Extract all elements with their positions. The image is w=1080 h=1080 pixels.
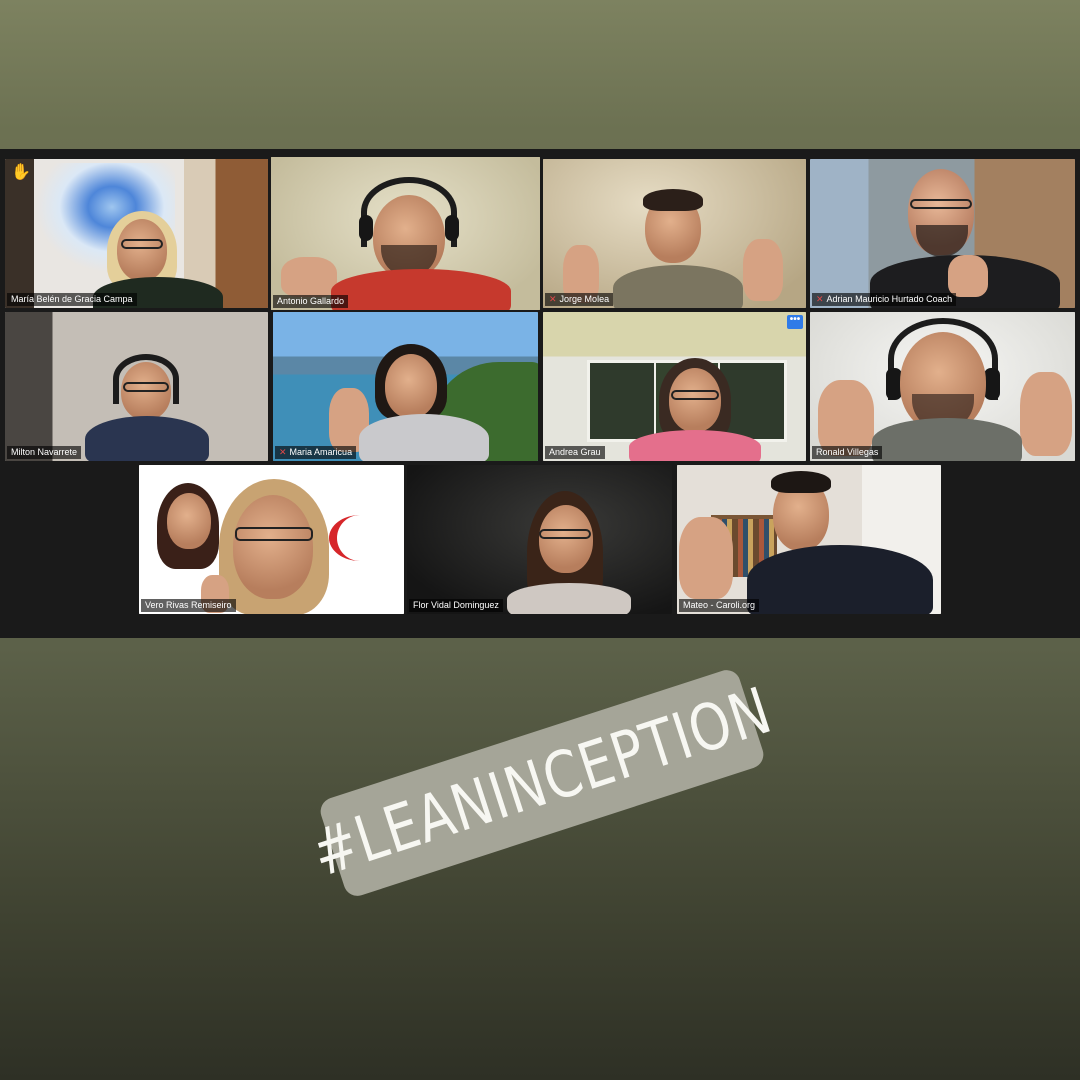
participant-name-tag: Flor Vidal Dominguez <box>409 599 503 612</box>
participant-name-tag: Andrea Grau <box>545 446 605 459</box>
face <box>539 505 593 573</box>
face <box>117 219 167 281</box>
hashtag-sticker: #LEANINCEPTION <box>304 666 780 900</box>
glasses <box>235 527 313 541</box>
caricature-face <box>167 493 211 549</box>
participant-name: Mateo - Caroli.org <box>683 600 756 610</box>
torso <box>747 545 933 614</box>
video-tile-maria-belen[interactable]: ✋ María Belén de Gracia Campa <box>5 159 268 308</box>
torso <box>507 583 631 614</box>
participant-name-tag: María Belén de Gracia Campa <box>7 293 137 306</box>
video-tile-flor-vidal[interactable]: Flor Vidal Dominguez <box>407 465 672 614</box>
face <box>233 495 313 599</box>
video-tile-jorge-molea[interactable]: ✕ Jorge Molea <box>543 159 806 308</box>
hair <box>643 189 703 211</box>
thumbs-up-right-hand <box>1020 372 1072 456</box>
participant-name: Adrian Mauricio Hurtado Coach <box>826 294 953 304</box>
participant-name-tag: ✕ Adrian Mauricio Hurtado Coach <box>812 293 957 306</box>
hair <box>771 471 831 493</box>
participant-name-tag: Ronald Villegas <box>812 446 883 459</box>
microphone-muted-icon: ✕ <box>816 294 824 304</box>
torso <box>629 430 761 461</box>
thumbs-up-left-hand <box>818 380 874 456</box>
participant-name: Ronald Villegas <box>816 447 879 457</box>
torso <box>359 414 489 461</box>
torso <box>872 418 1022 461</box>
video-tile-vero-rivas[interactable]: Vero Rivas Remiseiro <box>139 465 404 614</box>
participant-name-tag: Mateo - Caroli.org <box>679 599 760 612</box>
participant-name-tag: ✕ Jorge Molea <box>545 293 614 306</box>
waving-hand <box>679 517 733 599</box>
glasses <box>123 382 169 392</box>
headphone-cup <box>359 215 373 241</box>
participant-name-tag: Vero Rivas Remiseiro <box>141 599 236 612</box>
torso <box>85 416 209 461</box>
participant-name-tag: ✕ Maria Amaricua <box>275 446 357 459</box>
video-tile-adrian-hurtado[interactable]: ✕ Adrian Mauricio Hurtado Coach <box>810 159 1075 308</box>
hand <box>948 255 988 297</box>
participant-name-tag: Antonio Gallardo <box>273 295 349 308</box>
microphone-muted-icon: ✕ <box>279 447 287 457</box>
participant-name: Antonio Gallardo <box>277 296 345 306</box>
face <box>669 368 721 432</box>
torso <box>613 265 743 308</box>
participant-name: María Belén de Gracia Campa <box>11 294 133 304</box>
participant-name: Vero Rivas Remiseiro <box>145 600 232 610</box>
video-tile-antonio-gallardo[interactable]: Antonio Gallardo <box>271 157 540 310</box>
headphone-cup <box>445 215 459 241</box>
torso <box>331 269 511 310</box>
video-tile-milton-navarrete[interactable]: Milton Navarrete <box>5 312 268 461</box>
video-tile-mateo-caroli[interactable]: Mateo - Caroli.org <box>677 465 941 614</box>
glasses <box>539 529 591 539</box>
headphone-cup <box>984 368 1000 400</box>
microphone-muted-icon: ✕ <box>549 294 557 304</box>
face <box>385 354 437 418</box>
video-tile-maria-amaricua[interactable]: ✕ Maria Amaricua <box>273 312 538 461</box>
thumbs-up-hand <box>281 257 337 297</box>
participant-name: Jorge Molea <box>559 294 610 304</box>
hashtag-text: #LEANINCEPTION <box>303 674 781 892</box>
participant-name: Flor Vidal Dominguez <box>413 600 499 610</box>
video-tile-andrea-grau[interactable]: ••• Andrea Grau <box>543 312 806 461</box>
glasses <box>121 239 163 249</box>
video-tile-ronald-villegas[interactable]: Ronald Villegas <box>810 312 1075 461</box>
participant-name: Milton Navarrete <box>11 447 78 457</box>
more-options-button[interactable]: ••• <box>787 315 803 329</box>
raise-hand-icon: ✋ <box>11 164 31 181</box>
participant-name: Maria Amaricua <box>289 447 353 457</box>
vero-rivas-logo <box>329 515 391 561</box>
glasses <box>910 199 972 209</box>
participant-name: Andrea Grau <box>549 447 601 457</box>
participant-name-tag: Milton Navarrete <box>7 446 82 459</box>
peace-sign-right-hand <box>743 239 783 301</box>
glasses <box>671 390 719 400</box>
video-gallery: ✋ María Belén de Gracia Campa Antonio Ga… <box>0 149 1080 638</box>
